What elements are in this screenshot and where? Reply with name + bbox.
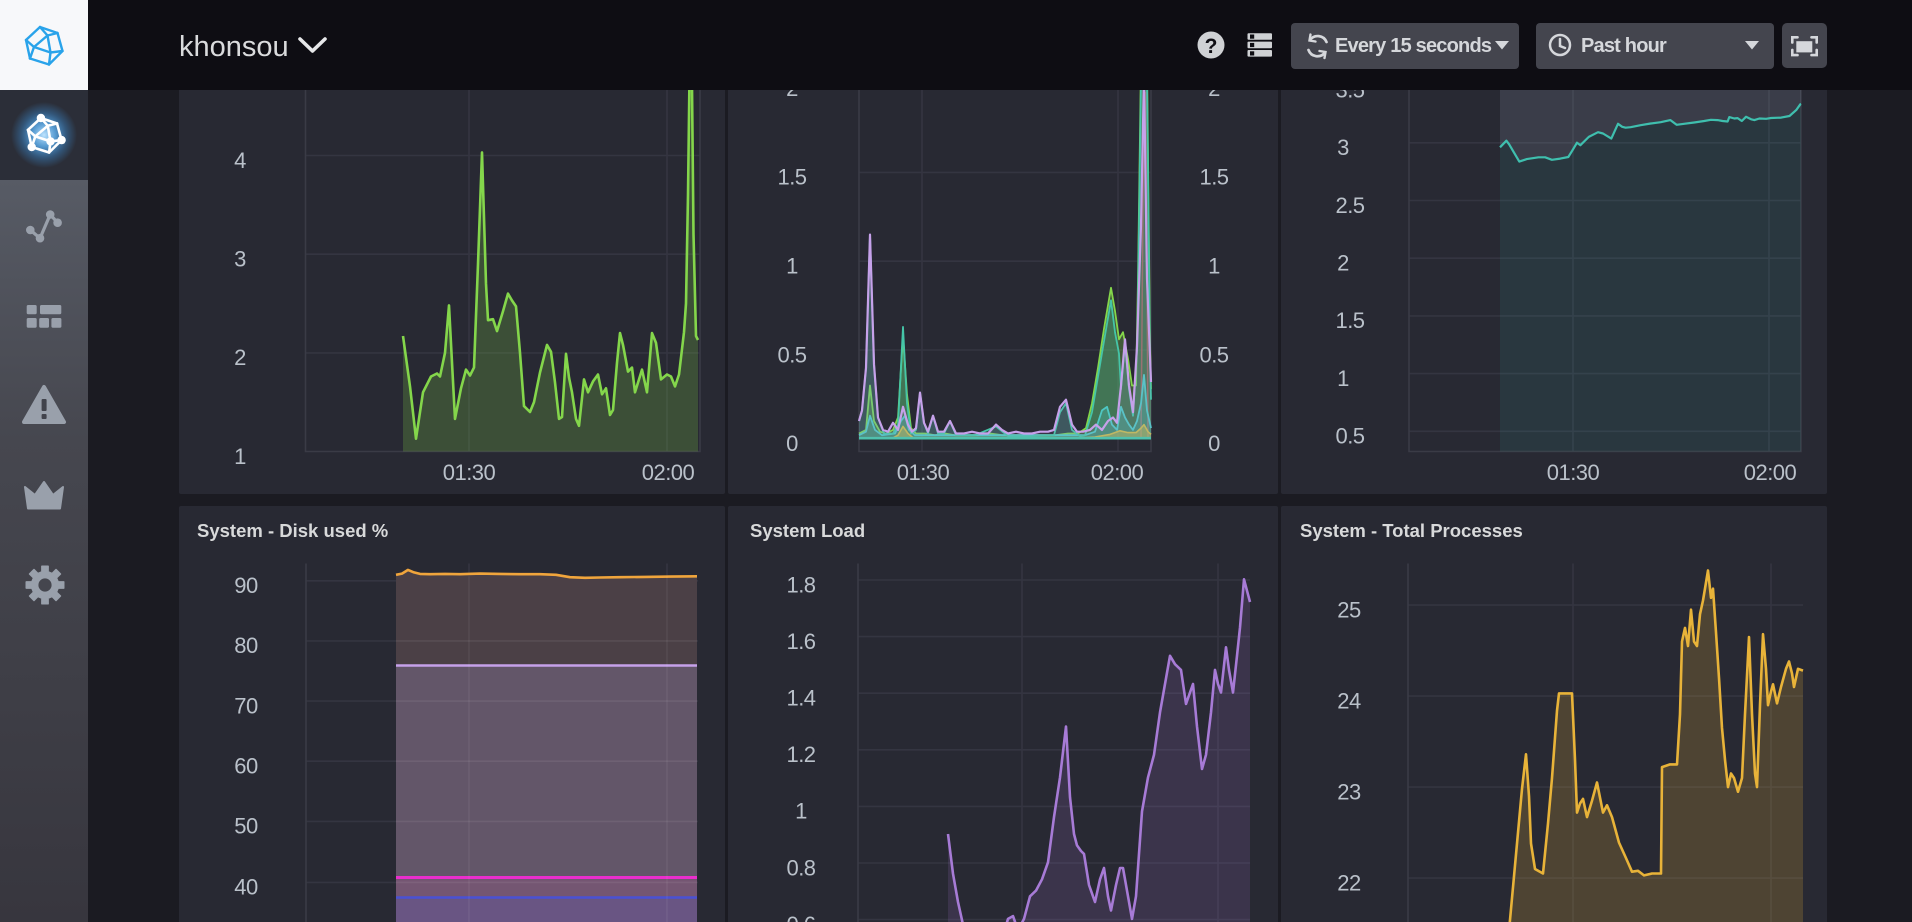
svg-text:Every 15 seconds: Every 15 seconds [1335,35,1492,57]
svg-text:Past hour: Past hour [1581,35,1667,57]
svg-text:khonsou: khonsou [179,31,289,63]
svg-text:3: 3 [1337,135,1349,160]
svg-text:4: 4 [234,148,246,173]
svg-text:0.5: 0.5 [777,342,806,367]
svg-text:0.5: 0.5 [1335,424,1364,449]
svg-text:1: 1 [234,444,246,469]
svg-text:90: 90 [234,573,258,598]
svg-text:1.8: 1.8 [786,572,815,597]
svg-text:System Load: System Load [750,520,865,541]
svg-text:60: 60 [234,754,258,779]
svg-text:System - Total Processes: System - Total Processes [1300,520,1523,541]
svg-text:1.5: 1.5 [777,165,806,190]
svg-text:1: 1 [786,254,798,279]
svg-text:01:30: 01:30 [443,460,496,485]
svg-text:1.5: 1.5 [1199,165,1228,190]
svg-text:1: 1 [1337,366,1349,391]
svg-text:0.8: 0.8 [786,855,815,880]
svg-text:01:30: 01:30 [1547,460,1600,485]
svg-text:40: 40 [234,875,258,900]
svg-text:02:00: 02:00 [642,460,695,485]
svg-text:System - Disk used %: System - Disk used % [197,520,388,541]
svg-text:01:30: 01:30 [897,460,950,485]
svg-text:1.4: 1.4 [786,686,815,711]
svg-text:22: 22 [1337,870,1361,895]
svg-text:0.5: 0.5 [1199,342,1228,367]
svg-text:02:00: 02:00 [1744,460,1797,485]
svg-text:3: 3 [234,247,246,272]
svg-text:0.6: 0.6 [786,912,815,922]
svg-text:2: 2 [1337,251,1349,276]
svg-text:50: 50 [234,814,258,839]
svg-text:1.6: 1.6 [786,629,815,654]
svg-text:1: 1 [1208,254,1220,279]
svg-text:1.5: 1.5 [1335,308,1364,333]
svg-text:0: 0 [1208,431,1220,456]
svg-text:25: 25 [1337,597,1361,622]
svg-text:1.2: 1.2 [786,742,815,767]
svg-text:24: 24 [1337,688,1361,713]
svg-text:0: 0 [786,431,798,456]
svg-text:2: 2 [234,345,246,370]
svg-text:?: ? [1205,35,1218,58]
svg-text:1: 1 [795,799,807,824]
svg-text:80: 80 [234,633,258,658]
svg-text:23: 23 [1337,779,1361,804]
svg-text:02:00: 02:00 [1091,460,1144,485]
svg-text:70: 70 [234,693,258,718]
svg-text:2.5: 2.5 [1335,193,1364,218]
